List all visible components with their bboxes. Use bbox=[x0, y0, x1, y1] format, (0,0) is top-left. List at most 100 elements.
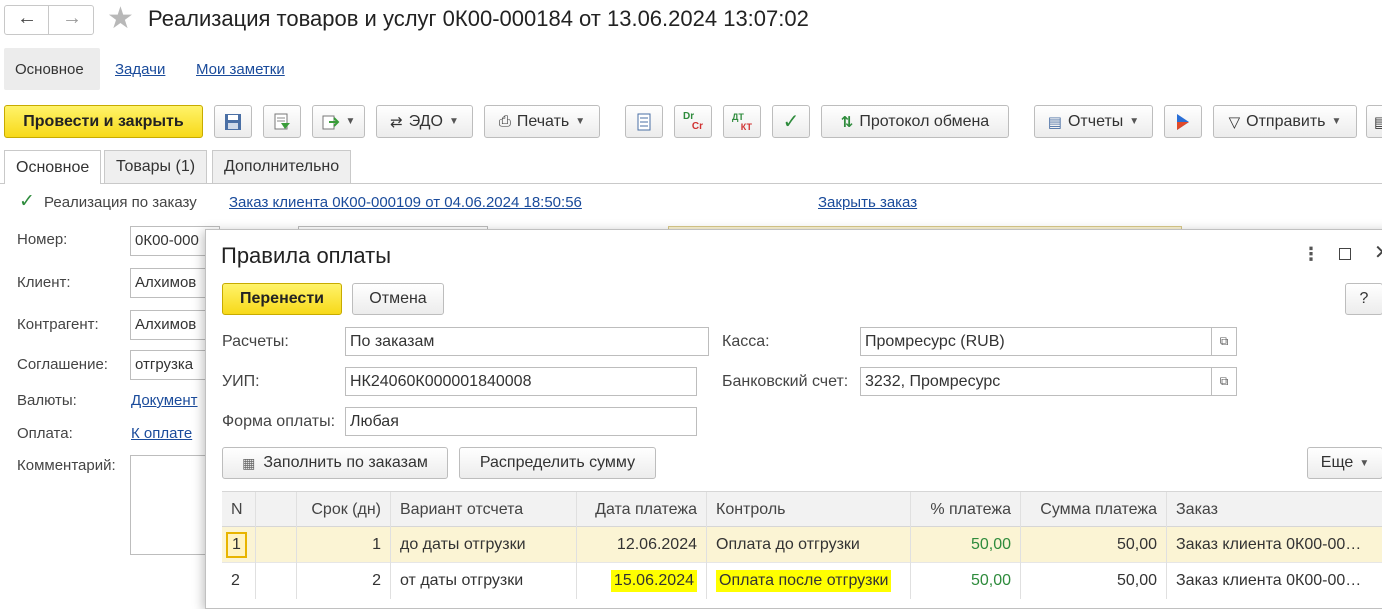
cashbox-label: Касса: bbox=[722, 333, 770, 350]
uip-label: УИП: bbox=[222, 373, 260, 390]
order-cell[interactable]: Заказ клиента 0К00-000109 от 04.06.2024 … bbox=[1167, 563, 1382, 599]
column-term[interactable]: Срок (дн) bbox=[297, 492, 391, 528]
row-icon-cell bbox=[256, 527, 297, 563]
bank-account-open-button[interactable]: ⧉ bbox=[1211, 367, 1237, 396]
order-text: Заказ клиента 0К00-000109 от 04.06.2024 … bbox=[1176, 536, 1366, 553]
sum-cell[interactable]: 50,00 bbox=[1021, 527, 1167, 563]
post-button[interactable] bbox=[263, 105, 301, 138]
currency-label: Валюты: bbox=[17, 392, 77, 409]
chevron-down-icon: ▼ bbox=[575, 116, 586, 127]
post-and-close-button[interactable]: Провести и закрыть bbox=[4, 105, 203, 138]
row-number: 1 bbox=[226, 532, 247, 558]
column-control[interactable]: Контроль bbox=[707, 492, 911, 528]
date-cell[interactable]: 12.06.2024 bbox=[577, 527, 707, 563]
column-sum[interactable]: Сумма платежа bbox=[1021, 492, 1167, 528]
counterparty-label: Контрагент: bbox=[17, 316, 99, 333]
control-cell[interactable]: Оплата после отгрузки bbox=[707, 563, 911, 599]
variant-cell[interactable]: до даты отгрузки bbox=[391, 527, 577, 563]
column-order[interactable]: Заказ bbox=[1167, 492, 1382, 528]
edo-button[interactable]: ⇄ ЭДО ▼ bbox=[376, 105, 473, 138]
back-button[interactable]: ← bbox=[5, 6, 49, 34]
fill-icon: ▦ bbox=[242, 454, 256, 471]
cashbox-open-button[interactable]: ⧉ bbox=[1211, 327, 1237, 356]
print-label: Печать bbox=[516, 112, 570, 130]
sum-cell[interactable]: 50,00 bbox=[1021, 563, 1167, 599]
order-link[interactable]: Заказ клиента 0К00-000109 от 04.06.2024 … bbox=[229, 194, 582, 211]
open-link-icon: ⧉ bbox=[1219, 334, 1229, 348]
cashbox-field[interactable]: Промресурс (RUB) bbox=[860, 327, 1212, 356]
maximize-icon[interactable] bbox=[1339, 248, 1351, 260]
date-cell[interactable]: 15.06.2024 bbox=[577, 563, 707, 599]
close-order-link[interactable]: Закрыть заказ bbox=[818, 194, 917, 211]
column-icon[interactable] bbox=[256, 492, 297, 528]
control-cell[interactable]: Оплата до отгрузки bbox=[707, 527, 911, 563]
table-row[interactable]: 2 2 от даты отгрузки 15.06.2024 Оплата п… bbox=[222, 563, 1382, 599]
exchange-log-button[interactable]: ⇅ Протокол обмена bbox=[821, 105, 1009, 138]
cancel-button[interactable]: Отмена bbox=[352, 283, 444, 315]
reports-button[interactable]: ▤ Отчеты ▼ bbox=[1034, 105, 1153, 138]
dt-kt-button[interactable]: ДТ КТ bbox=[723, 105, 761, 138]
check-button[interactable]: ✓ bbox=[772, 105, 810, 138]
reports-icon: ▤ bbox=[1047, 113, 1062, 131]
payment-form-field[interactable]: Любая bbox=[345, 407, 697, 436]
help-button[interactable]: ? bbox=[1345, 283, 1382, 315]
percent-cell[interactable]: 50,00 bbox=[911, 527, 1021, 563]
order-cell[interactable]: Заказ клиента 0К00-000109 от 04.06.2024 … bbox=[1167, 527, 1382, 563]
create-based-on-button[interactable]: ▼ bbox=[312, 105, 365, 138]
row-number-cell[interactable]: 1 bbox=[222, 527, 256, 563]
fill-by-orders-label: Заполнить по заказам bbox=[263, 454, 428, 471]
edo-label: ЭДО bbox=[408, 112, 443, 130]
print-button[interactable]: ⎙ Печать ▼ bbox=[484, 105, 600, 138]
dialog-menu-icon[interactable]: ⋮ bbox=[1302, 244, 1320, 265]
dr-cr-button[interactable]: Dr Cr bbox=[674, 105, 712, 138]
row-number-cell[interactable]: 2 bbox=[222, 563, 256, 599]
column-percent[interactable]: % платежа bbox=[911, 492, 1021, 528]
cr-label: Cr bbox=[691, 120, 703, 132]
form-tab-goods[interactable]: Товары (1) bbox=[104, 150, 208, 183]
currency-link[interactable]: Документ bbox=[131, 392, 198, 409]
column-date[interactable]: Дата платежа bbox=[577, 492, 707, 528]
transfer-button[interactable]: Перенести bbox=[222, 283, 342, 315]
payment-link[interactable]: К оплате bbox=[131, 425, 192, 442]
term-cell[interactable]: 2 bbox=[297, 563, 391, 599]
by-order-label: Реализация по заказу bbox=[44, 194, 197, 211]
forward-arrow-icon: → bbox=[62, 7, 82, 29]
printer-icon: ⎙ bbox=[498, 113, 511, 130]
form-tab-additional[interactable]: Дополнительно bbox=[212, 150, 352, 183]
uip-field[interactable]: НК24060К000001840008 bbox=[345, 367, 697, 396]
settlements-field[interactable]: По заказам bbox=[345, 327, 709, 356]
table-header: N Срок (дн) Вариант отсчета Дата платежа… bbox=[222, 491, 1382, 528]
dialog-title: Правила оплаты bbox=[221, 243, 392, 268]
by-order-checkbox[interactable]: ✓ bbox=[19, 191, 37, 212]
bank-account-field[interactable]: 3232, Промресурс bbox=[860, 367, 1212, 396]
more-button[interactable]: Еще ▼ bbox=[1307, 447, 1382, 479]
term-cell[interactable]: 1 bbox=[297, 527, 391, 563]
exchange-icon: ⇅ bbox=[840, 113, 854, 131]
forward-button[interactable]: → bbox=[50, 6, 94, 34]
variant-cell[interactable]: от даты отгрузки bbox=[391, 563, 577, 599]
payment-rules-dialog: Правила оплаты ⋮ ✕ Перенести Отмена ? Ра… bbox=[205, 229, 1382, 609]
form-tab-main[interactable]: Основное bbox=[4, 150, 102, 184]
dt-label: ДТ bbox=[732, 111, 744, 122]
column-variant[interactable]: Вариант отсчета bbox=[391, 492, 577, 528]
list-icon bbox=[637, 113, 651, 130]
tab-notes[interactable]: Мои заметки bbox=[196, 61, 285, 78]
percent-cell[interactable]: 50,00 bbox=[911, 563, 1021, 599]
more-toolbar-button[interactable]: ▤ bbox=[1366, 105, 1382, 138]
row-icon-cell bbox=[256, 563, 297, 599]
structure-button[interactable] bbox=[625, 105, 663, 138]
close-icon[interactable]: ✕ bbox=[1374, 240, 1382, 265]
save-button[interactable] bbox=[214, 105, 252, 138]
send-button[interactable]: ▽ Отправить ▼ bbox=[1213, 105, 1357, 138]
tab-tasks[interactable]: Задачи bbox=[115, 61, 165, 78]
create-based-icon bbox=[322, 115, 339, 129]
edo-service-button[interactable] bbox=[1164, 105, 1202, 138]
favorite-star-icon[interactable]: ★ bbox=[107, 1, 134, 36]
open-link-icon: ⧉ bbox=[1219, 374, 1229, 388]
bank-account-label: Банковский счет: bbox=[722, 373, 849, 390]
distribute-sum-button[interactable]: Распределить сумму bbox=[459, 447, 656, 479]
tab-main[interactable]: Основное bbox=[15, 61, 84, 78]
fill-by-orders-button[interactable]: ▦ Заполнить по заказам bbox=[222, 447, 448, 479]
column-n[interactable]: N bbox=[222, 492, 256, 528]
table-row[interactable]: 1 1 до даты отгрузки 12.06.2024 Оплата д… bbox=[222, 527, 1382, 563]
